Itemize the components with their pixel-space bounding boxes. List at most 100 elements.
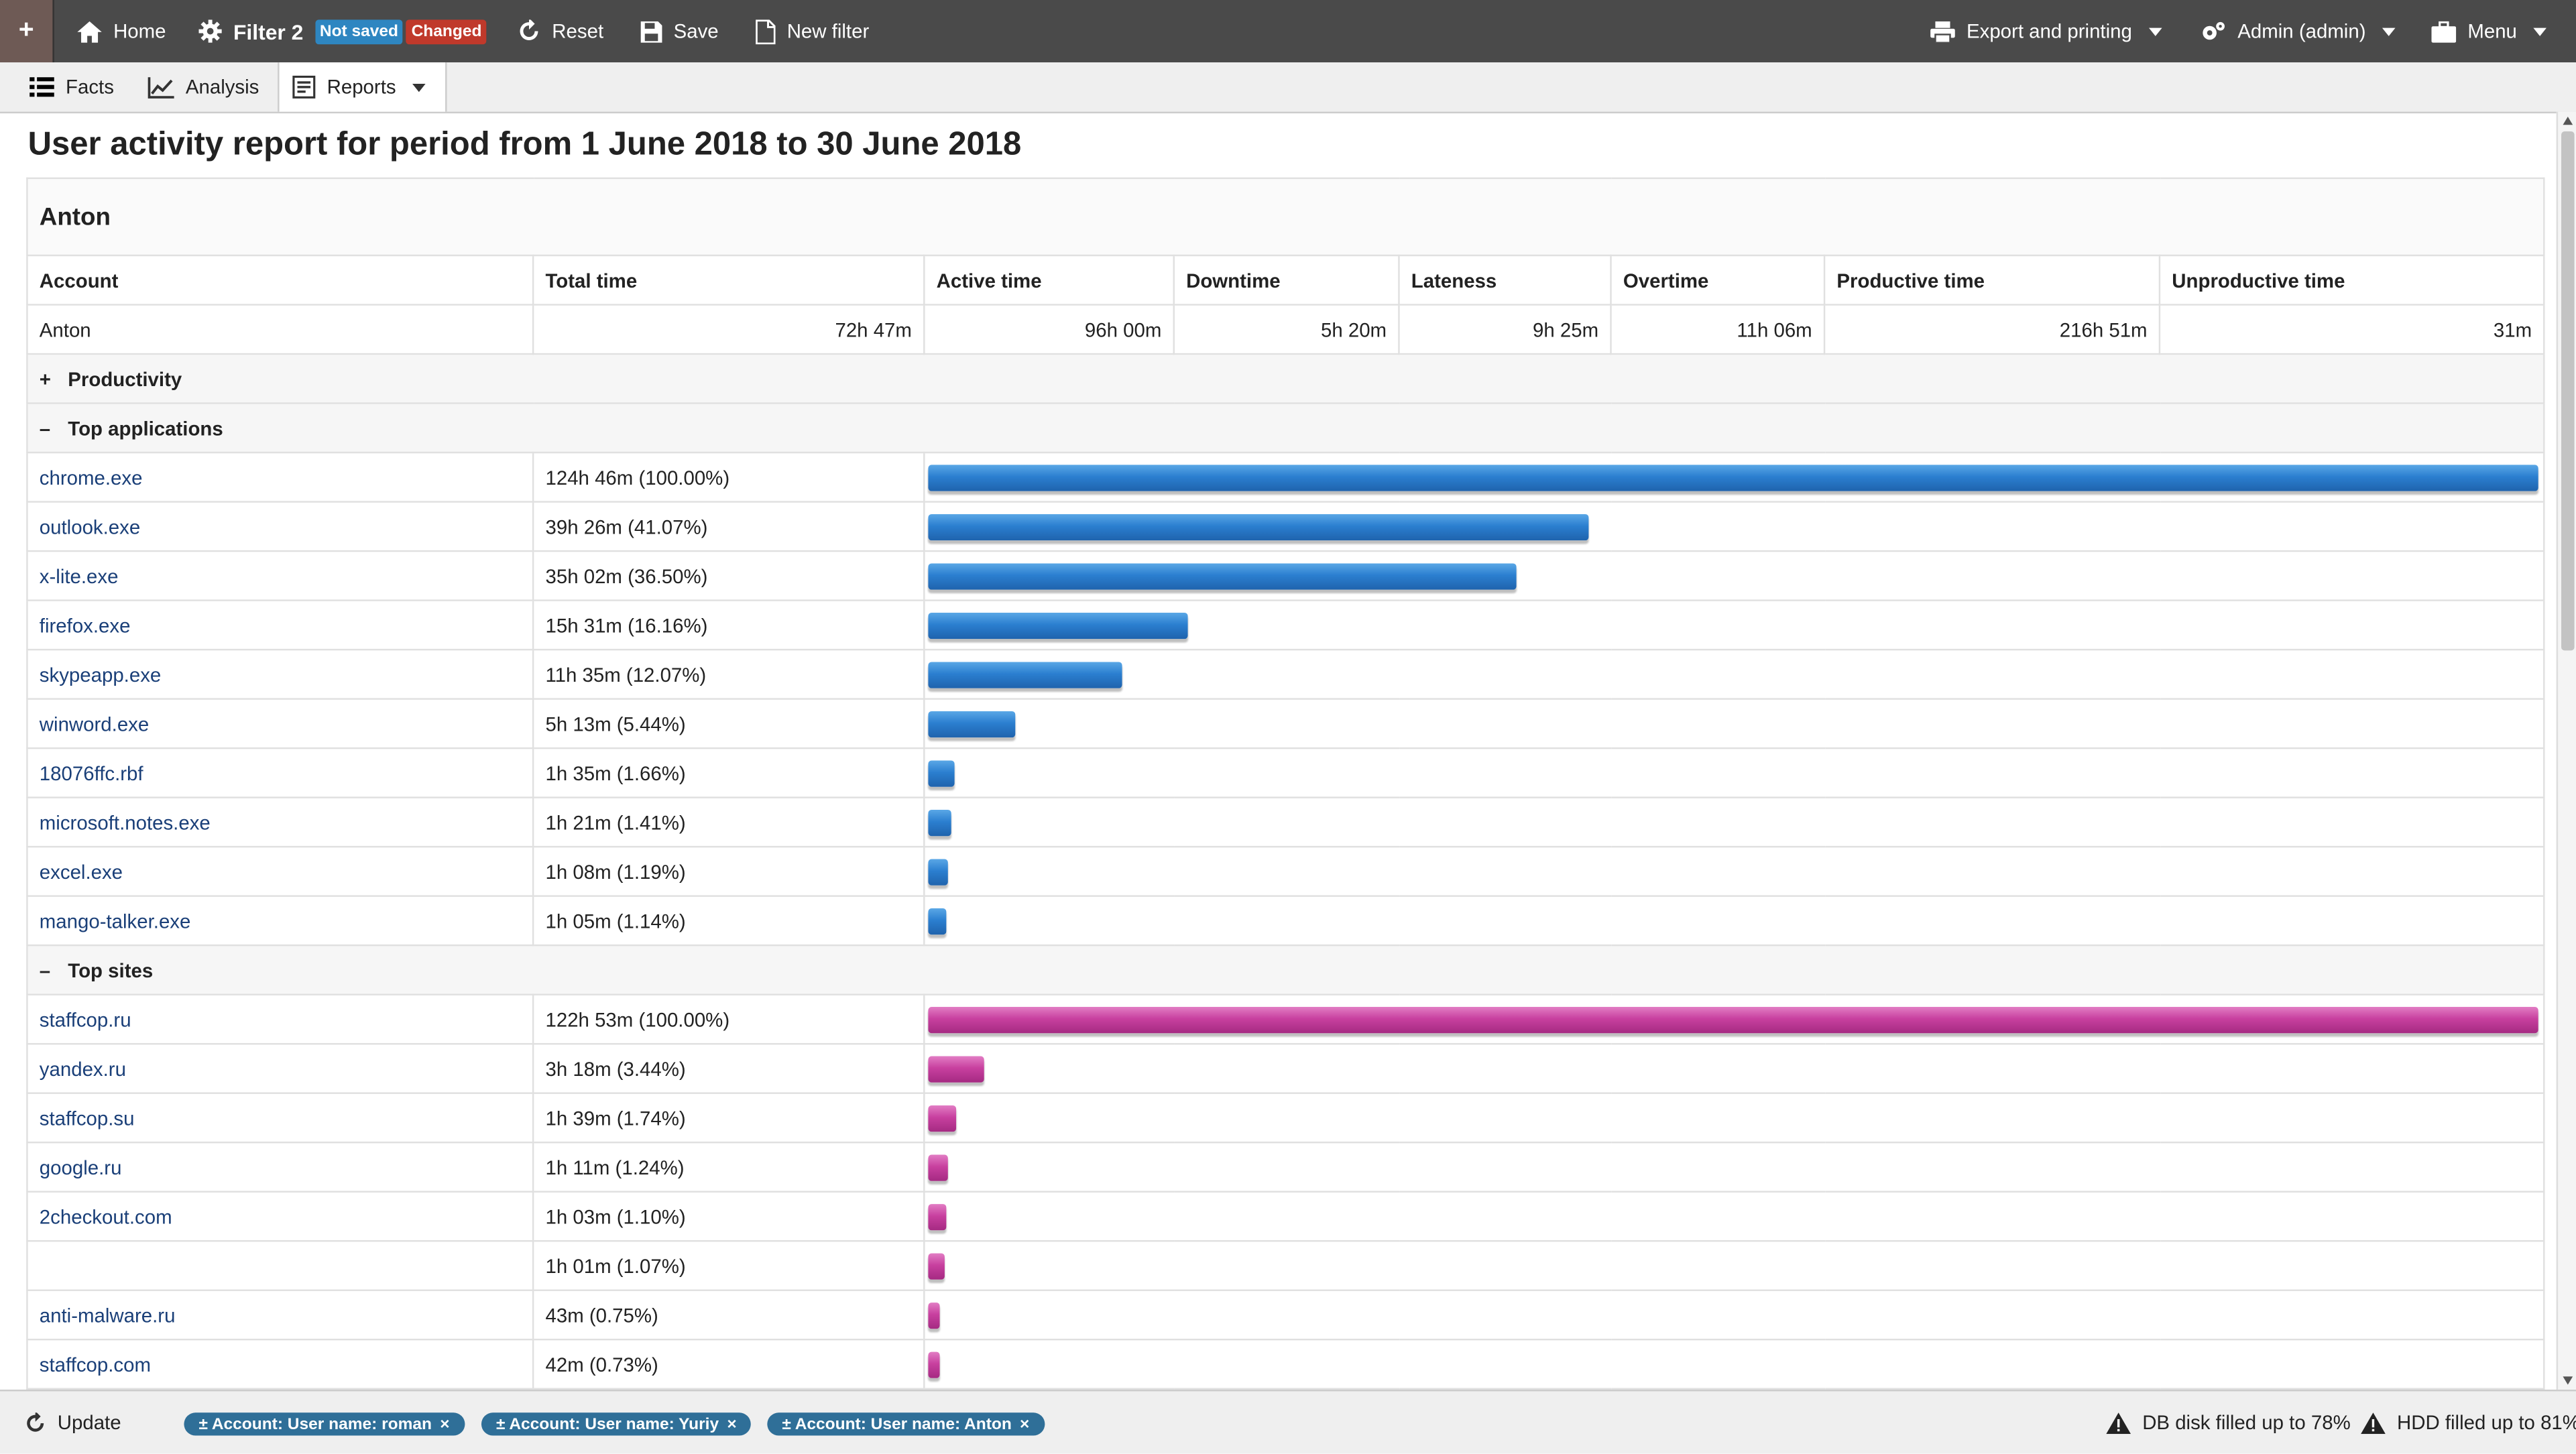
site-row-time: 42m (0.73%): [532, 1338, 925, 1390]
app-row: outlook.exe 39h 26m (41.07%): [26, 501, 2545, 552]
app-row-bar: [928, 562, 1517, 589]
total-time-value: 72h 47m: [532, 304, 925, 355]
site-row-name[interactable]: staffcop.ru: [26, 993, 534, 1045]
site-row-time: 43m (0.75%): [532, 1289, 925, 1341]
site-row: 2checkout.com 1h 03m (1.10%): [26, 1191, 2545, 1242]
update-label: Update: [57, 1410, 121, 1435]
filter-chip-label: ± Account: User name: Anton: [782, 1414, 1012, 1433]
site-row-bar: [928, 1006, 2538, 1033]
app-row-bar: [928, 611, 1188, 638]
app-row-name[interactable]: excel.exe: [26, 845, 534, 897]
reset-button[interactable]: Reset: [518, 0, 603, 62]
home-button[interactable]: Home: [77, 0, 166, 62]
app-row-time: 124h 46m (100.00%): [532, 451, 925, 503]
site-row-name[interactable]: yandex.ru: [26, 1042, 534, 1094]
chevron-down-icon: [2382, 27, 2396, 36]
home-icon: [77, 20, 102, 42]
site-row-name[interactable]: staffcop.su: [26, 1092, 534, 1144]
app-row-time: 39h 26m (41.07%): [532, 501, 925, 552]
close-icon[interactable]: ×: [727, 1415, 736, 1433]
new-document-icon: [756, 19, 776, 44]
filter-chip-anton[interactable]: ± Account: User name: Anton ×: [767, 1412, 1045, 1436]
app-row-time: 11h 35m (12.07%): [532, 648, 925, 700]
filter-menu[interactable]: Filter 2 Not saved Changed: [198, 0, 487, 62]
app-row-bar-cell: [923, 550, 2545, 601]
chevron-down-icon: [412, 82, 426, 91]
close-icon[interactable]: ×: [440, 1415, 449, 1433]
column-header-lateness: Lateness: [1398, 254, 1612, 306]
app-row-bar-cell: [923, 895, 2545, 947]
site-row-bar-cell: [923, 993, 2545, 1045]
scroll-up-arrow-icon[interactable]: [2563, 116, 2573, 125]
chevron-down-icon: [2148, 27, 2162, 36]
app-row-name[interactable]: skypeapp.exe: [26, 648, 534, 700]
app-row: 18076ffc.rbf 1h 35m (1.66%): [26, 747, 2545, 798]
filter-chip-label: ± Account: User name: Yuriy: [495, 1414, 719, 1433]
site-row-name[interactable]: [26, 1239, 534, 1291]
tab-reports[interactable]: Reports: [278, 62, 447, 112]
app-row-name[interactable]: firefox.exe: [26, 599, 534, 651]
filter-chip-yuriy[interactable]: ± Account: User name: Yuriy ×: [481, 1412, 752, 1436]
app-row-name[interactable]: mango-talker.exe: [26, 895, 534, 947]
app-row-name[interactable]: chrome.exe: [26, 451, 534, 503]
productive-time-value: 216h 51m: [1823, 304, 2161, 355]
app-row-bar: [928, 907, 947, 934]
table-header-row: Account Total time Active time Downtime …: [26, 254, 2545, 306]
save-button[interactable]: Save: [640, 0, 719, 62]
site-row-time: 1h 01m (1.07%): [532, 1239, 925, 1291]
add-button[interactable]: +: [0, 0, 54, 63]
admin-dropdown[interactable]: Admin (admin): [2200, 0, 2396, 62]
app-row-name[interactable]: outlook.exe: [26, 501, 534, 552]
app-row-time: 1h 08m (1.19%): [532, 845, 925, 897]
app-row-bar: [928, 808, 951, 835]
user-activity-table: Anton Account Total time Active time Dow…: [26, 177, 2545, 1390]
update-button[interactable]: Update: [25, 1391, 121, 1453]
close-icon[interactable]: ×: [1020, 1415, 1029, 1433]
productivity-section-toggle[interactable]: + Productivity: [26, 353, 2545, 404]
top-sites-section-toggle[interactable]: – Top sites: [26, 944, 2545, 995]
site-row-name[interactable]: google.ru: [26, 1141, 534, 1193]
top-applications-section-toggle[interactable]: – Top applications: [26, 402, 2545, 454]
floppy-disk-icon: [640, 20, 662, 42]
collapse-icon: –: [39, 958, 51, 982]
site-row-name[interactable]: staffcop.com: [26, 1338, 534, 1390]
page-title: User activity report for period from 1 J…: [27, 126, 1022, 163]
downtime-value: 5h 20m: [1173, 304, 1400, 355]
vertical-scrollbar[interactable]: [2556, 111, 2576, 1390]
app-row-bar: [928, 661, 1122, 688]
tab-analysis[interactable]: Analysis: [148, 62, 259, 112]
export-printing-dropdown[interactable]: Export and printing: [1930, 0, 2162, 62]
tab-facts[interactable]: Facts: [30, 62, 114, 112]
scrollbar-thumb[interactable]: [2561, 131, 2575, 651]
new-filter-button[interactable]: New filter: [756, 0, 869, 62]
column-header-active-time: Active time: [923, 254, 1175, 306]
app-row-name[interactable]: x-lite.exe: [26, 550, 534, 601]
filter-chip-roman[interactable]: ± Account: User name: roman ×: [184, 1412, 465, 1436]
app-row-name[interactable]: microsoft.notes.exe: [26, 796, 534, 848]
tab-facts-label: Facts: [66, 75, 114, 99]
app-row-time: 35h 02m (36.50%): [532, 550, 925, 601]
report-icon: [292, 75, 316, 99]
printer-icon: [1930, 20, 1955, 42]
hdd-status-text: HDD filled up to 81%: [2396, 1410, 2576, 1435]
totals-row: Anton 72h 47m 96h 00m 5h 20m 9h 25m 11h …: [26, 304, 2545, 355]
site-row-bar-cell: [923, 1042, 2545, 1094]
tab-reports-label: Reports: [327, 75, 396, 99]
app-row-time: 15h 31m (16.16%): [532, 599, 925, 651]
filter-name: Filter 2: [233, 19, 304, 44]
user-header-row: Anton: [26, 177, 2545, 257]
app-row-name[interactable]: winword.exe: [26, 698, 534, 749]
site-row-name[interactable]: 2checkout.com: [26, 1191, 534, 1242]
changed-badge: Changed: [406, 19, 487, 44]
main-menu-dropdown[interactable]: Menu: [2431, 0, 2547, 62]
app-row-bar: [928, 513, 1589, 540]
app-row: mango-talker.exe 1h 05m (1.14%): [26, 895, 2545, 947]
site-row-name[interactable]: anti-malware.ru: [26, 1289, 534, 1341]
site-row-bar: [928, 1252, 945, 1279]
app-row-name[interactable]: 18076ffc.rbf: [26, 747, 534, 798]
app-row-time: 5h 13m (5.44%): [532, 698, 925, 749]
site-row-bar: [928, 1351, 940, 1378]
scroll-down-arrow-icon[interactable]: [2563, 1376, 2573, 1385]
column-header-unproductive-time: Unproductive time: [2158, 254, 2545, 306]
productivity-label: Productivity: [68, 367, 182, 390]
